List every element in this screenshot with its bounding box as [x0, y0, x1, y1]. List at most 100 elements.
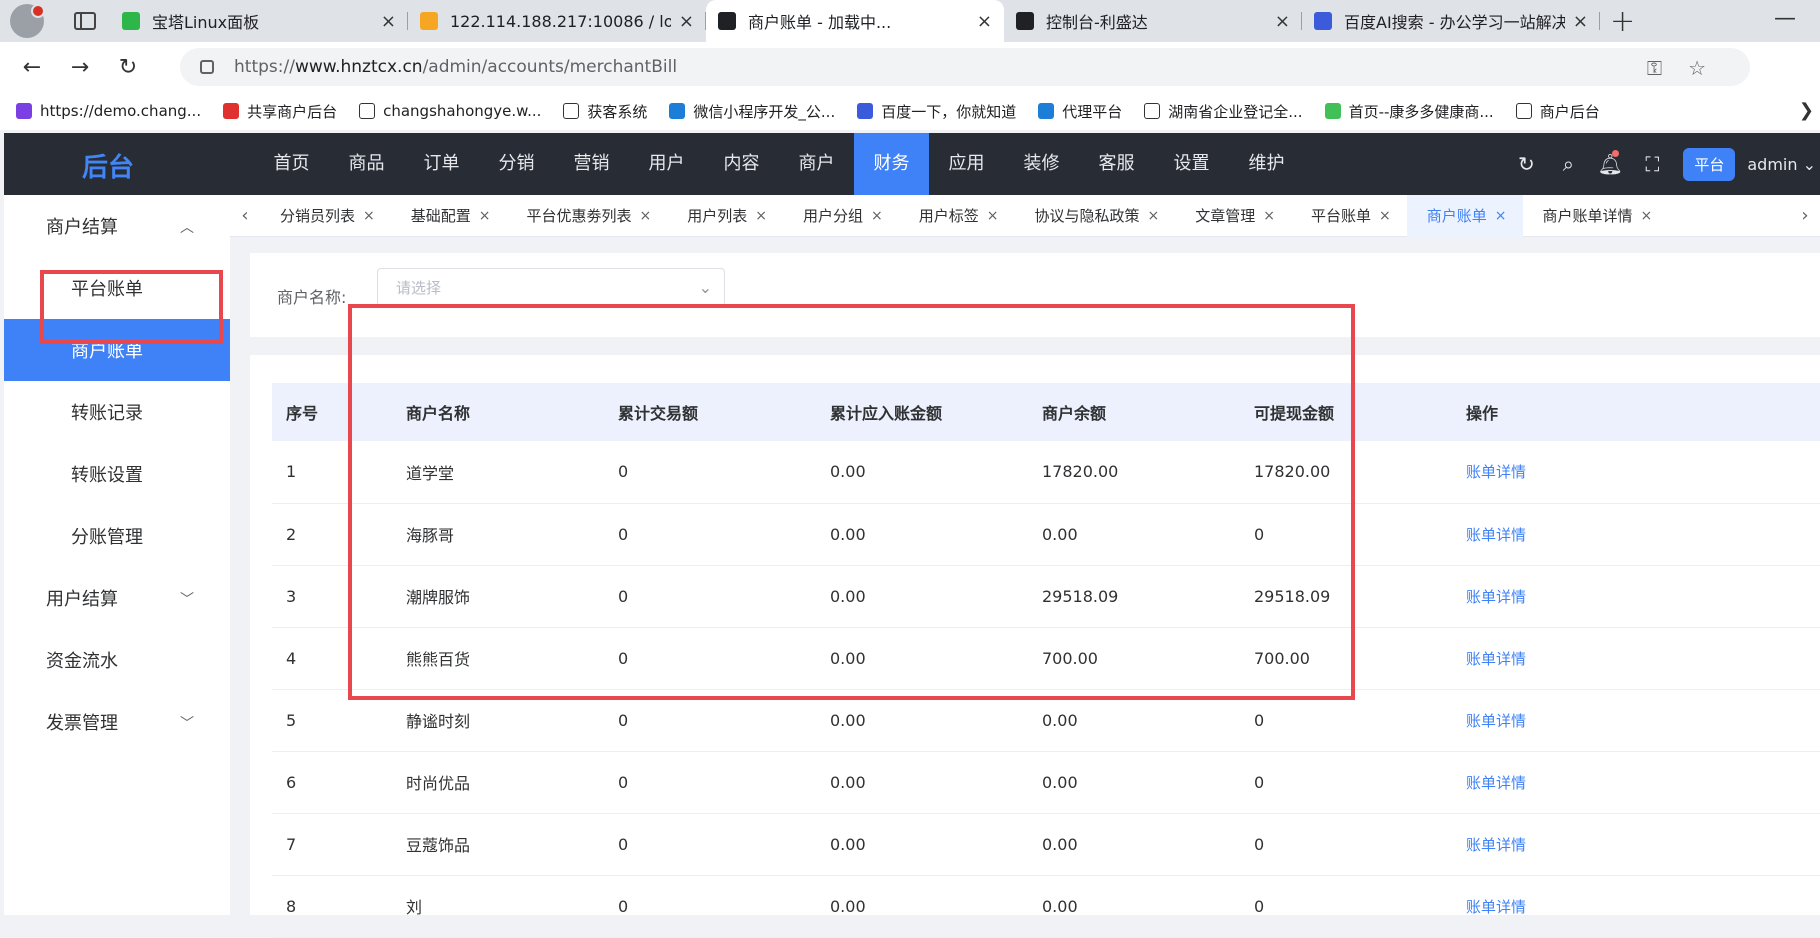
bookmark-item[interactable]: https://demo.chang...: [16, 102, 201, 120]
notification-bell-icon[interactable]: 🔔︎: [1589, 150, 1631, 176]
close-tab-icon[interactable]: ×: [1573, 11, 1588, 32]
close-tab-icon[interactable]: ×: [679, 11, 694, 32]
browser-tab-title: 122.114.188.217:10086 / localhost: [450, 11, 671, 31]
bill-detail-link[interactable]: 账单详情: [1452, 689, 1820, 752]
bookmark-item[interactable]: 首页--康多多健康商...: [1324, 101, 1494, 122]
page-tab-label: 平台优惠劵列表: [526, 207, 632, 225]
bookmark-item[interactable]: 代理平台: [1038, 101, 1122, 122]
menu-item-2[interactable]: 订单: [404, 133, 479, 195]
merchant-name-select[interactable]: 请选择 ⌄: [377, 268, 725, 308]
close-icon[interactable]: ×: [1641, 208, 1653, 224]
bookmark-label: 代理平台: [1062, 102, 1123, 121]
page-tab[interactable]: 基础配置 ×: [391, 195, 507, 237]
bookmark-item[interactable]: changshahongye.w...: [359, 102, 541, 120]
menu-item-7[interactable]: 商户: [779, 133, 854, 195]
reload-icon[interactable]: ↻: [104, 55, 152, 80]
window-minimize-icon[interactable]: —: [1774, 6, 1796, 31]
tabs-scroll-left-icon[interactable]: ‹: [230, 205, 260, 226]
bookmark-icon: [223, 103, 240, 119]
page-tab[interactable]: 商户账单详情 ×: [1523, 195, 1669, 237]
forward-icon[interactable]: →: [56, 55, 104, 80]
sidebar-group-user-settlement[interactable]: 用户结算 ﹀: [4, 567, 230, 629]
bill-detail-link[interactable]: 账单详情: [1452, 627, 1820, 690]
browser-tab[interactable]: 宝塔Linux面板 ×: [110, 0, 408, 42]
menu-item-4[interactable]: 营销: [554, 133, 629, 195]
site-info-icon[interactable]: [200, 60, 214, 74]
browser-tab[interactable]: 控制台-利盛达 ×: [1004, 0, 1302, 42]
menu-item-10[interactable]: 装修: [1004, 133, 1079, 195]
page-tab[interactable]: 分销员列表 ×: [260, 195, 391, 237]
page-tab[interactable]: 用户标签 ×: [899, 195, 1015, 237]
close-tab-icon[interactable]: ×: [381, 11, 396, 32]
sidebar-item[interactable]: 转账记录: [4, 381, 230, 443]
menu-item-13[interactable]: 维护: [1229, 133, 1304, 195]
close-icon[interactable]: ×: [363, 208, 375, 224]
menu-item-3[interactable]: 分销: [479, 133, 554, 195]
sidebar-item[interactable]: 转账设置: [4, 443, 230, 505]
menu-item-0[interactable]: 首页: [254, 133, 329, 195]
url-field[interactable]: https://www.hnztcx.cn/admin/accounts/mer…: [180, 48, 1750, 86]
menu-item-9[interactable]: 应用: [929, 133, 1004, 195]
page-tab[interactable]: 文章管理 ×: [1175, 195, 1291, 237]
back-icon[interactable]: ←: [8, 55, 56, 80]
menu-item-11[interactable]: 客服: [1079, 133, 1154, 195]
close-tab-icon[interactable]: ×: [977, 11, 992, 32]
bill-detail-link[interactable]: 账单详情: [1452, 565, 1820, 628]
tab-actions-icon[interactable]: [74, 12, 96, 30]
sidebar-group-invoice[interactable]: 发票管理 ﹀: [4, 691, 230, 753]
close-icon[interactable]: ×: [479, 208, 491, 224]
profile-avatar-icon[interactable]: [10, 4, 45, 38]
bookmark-item[interactable]: 商户后台: [1515, 101, 1600, 122]
key-icon[interactable]: ⚿: [1647, 56, 1688, 80]
menu-item-8[interactable]: 财务: [854, 133, 929, 195]
page-tab[interactable]: 协议与隐私政策 ×: [1015, 195, 1176, 237]
bill-detail-link[interactable]: 账单详情: [1452, 441, 1820, 504]
star-icon[interactable]: ☆: [1688, 56, 1732, 80]
bookmark-item[interactable]: 微信小程序开发_公...: [669, 101, 835, 122]
app-logo[interactable]: 后台: [82, 147, 134, 184]
bill-detail-link[interactable]: 账单详情: [1452, 875, 1820, 938]
bookmark-item[interactable]: 获客系统: [563, 101, 647, 122]
bookmarks-more-icon[interactable]: ❯: [1799, 100, 1814, 121]
page-tab[interactable]: 商户账单 ×: [1406, 194, 1523, 237]
browser-tab[interactable]: 122.114.188.217:10086 / localhost ×: [408, 0, 706, 42]
sidebar-group-merchant-settlement[interactable]: 商户结算 ︿: [4, 195, 230, 257]
sidebar-item[interactable]: 分账管理: [4, 505, 230, 567]
menu-item-12[interactable]: 设置: [1154, 133, 1229, 195]
bill-detail-link[interactable]: 账单详情: [1452, 503, 1820, 566]
close-icon[interactable]: ×: [1495, 208, 1507, 224]
close-icon[interactable]: ×: [987, 208, 999, 224]
close-icon[interactable]: ×: [755, 208, 767, 224]
fullscreen-icon[interactable]: ⛶: [1631, 152, 1673, 176]
bookmark-label: 共享商户后台: [247, 102, 338, 121]
browser-tab[interactable]: 商户账单 - 加载中... ×: [706, 0, 1004, 42]
user-menu[interactable]: admin ⌄: [1747, 155, 1816, 174]
menu-item-5[interactable]: 用户: [629, 133, 704, 195]
bill-detail-link[interactable]: 账单详情: [1452, 751, 1820, 814]
bookmark-item[interactable]: 百度一下，你就知道: [857, 101, 1016, 122]
bookmark-item[interactable]: 湖南省企业登记全...: [1144, 101, 1303, 122]
close-icon[interactable]: ×: [1148, 208, 1160, 224]
menu-item-6[interactable]: 内容: [704, 133, 779, 195]
search-icon[interactable]: ⌕: [1547, 152, 1589, 176]
page-tab[interactable]: 平台优惠劵列表 ×: [507, 195, 668, 237]
page-tab[interactable]: 用户列表 ×: [667, 195, 783, 237]
browser-tab[interactable]: 百度AI搜索 - 办公学习一站解决 ×: [1302, 0, 1600, 42]
close-icon[interactable]: ×: [871, 208, 883, 224]
close-icon[interactable]: ×: [1263, 208, 1275, 224]
close-icon[interactable]: ×: [640, 208, 652, 224]
tabs-scroll-right-icon[interactable]: ›: [1790, 205, 1820, 226]
menu-item-1[interactable]: 商品: [329, 133, 404, 195]
close-tab-icon[interactable]: ×: [1275, 11, 1290, 32]
page-tab[interactable]: 平台账单 ×: [1291, 195, 1407, 237]
bookmark-icon: [1038, 103, 1055, 119]
refresh-icon[interactable]: ↻: [1505, 152, 1547, 176]
new-tab-button[interactable]: +: [1610, 4, 1635, 39]
sidebar-group-fund-flow[interactable]: 资金流水: [4, 629, 230, 691]
bill-detail-link[interactable]: 账单详情: [1452, 813, 1820, 876]
bookmark-item[interactable]: 共享商户后台: [223, 101, 337, 122]
url-path: /admin/accounts/merchantBill: [422, 57, 678, 77]
close-icon[interactable]: ×: [1379, 208, 1391, 224]
platform-badge[interactable]: 平台: [1683, 147, 1736, 181]
page-tab[interactable]: 用户分组 ×: [783, 195, 899, 237]
